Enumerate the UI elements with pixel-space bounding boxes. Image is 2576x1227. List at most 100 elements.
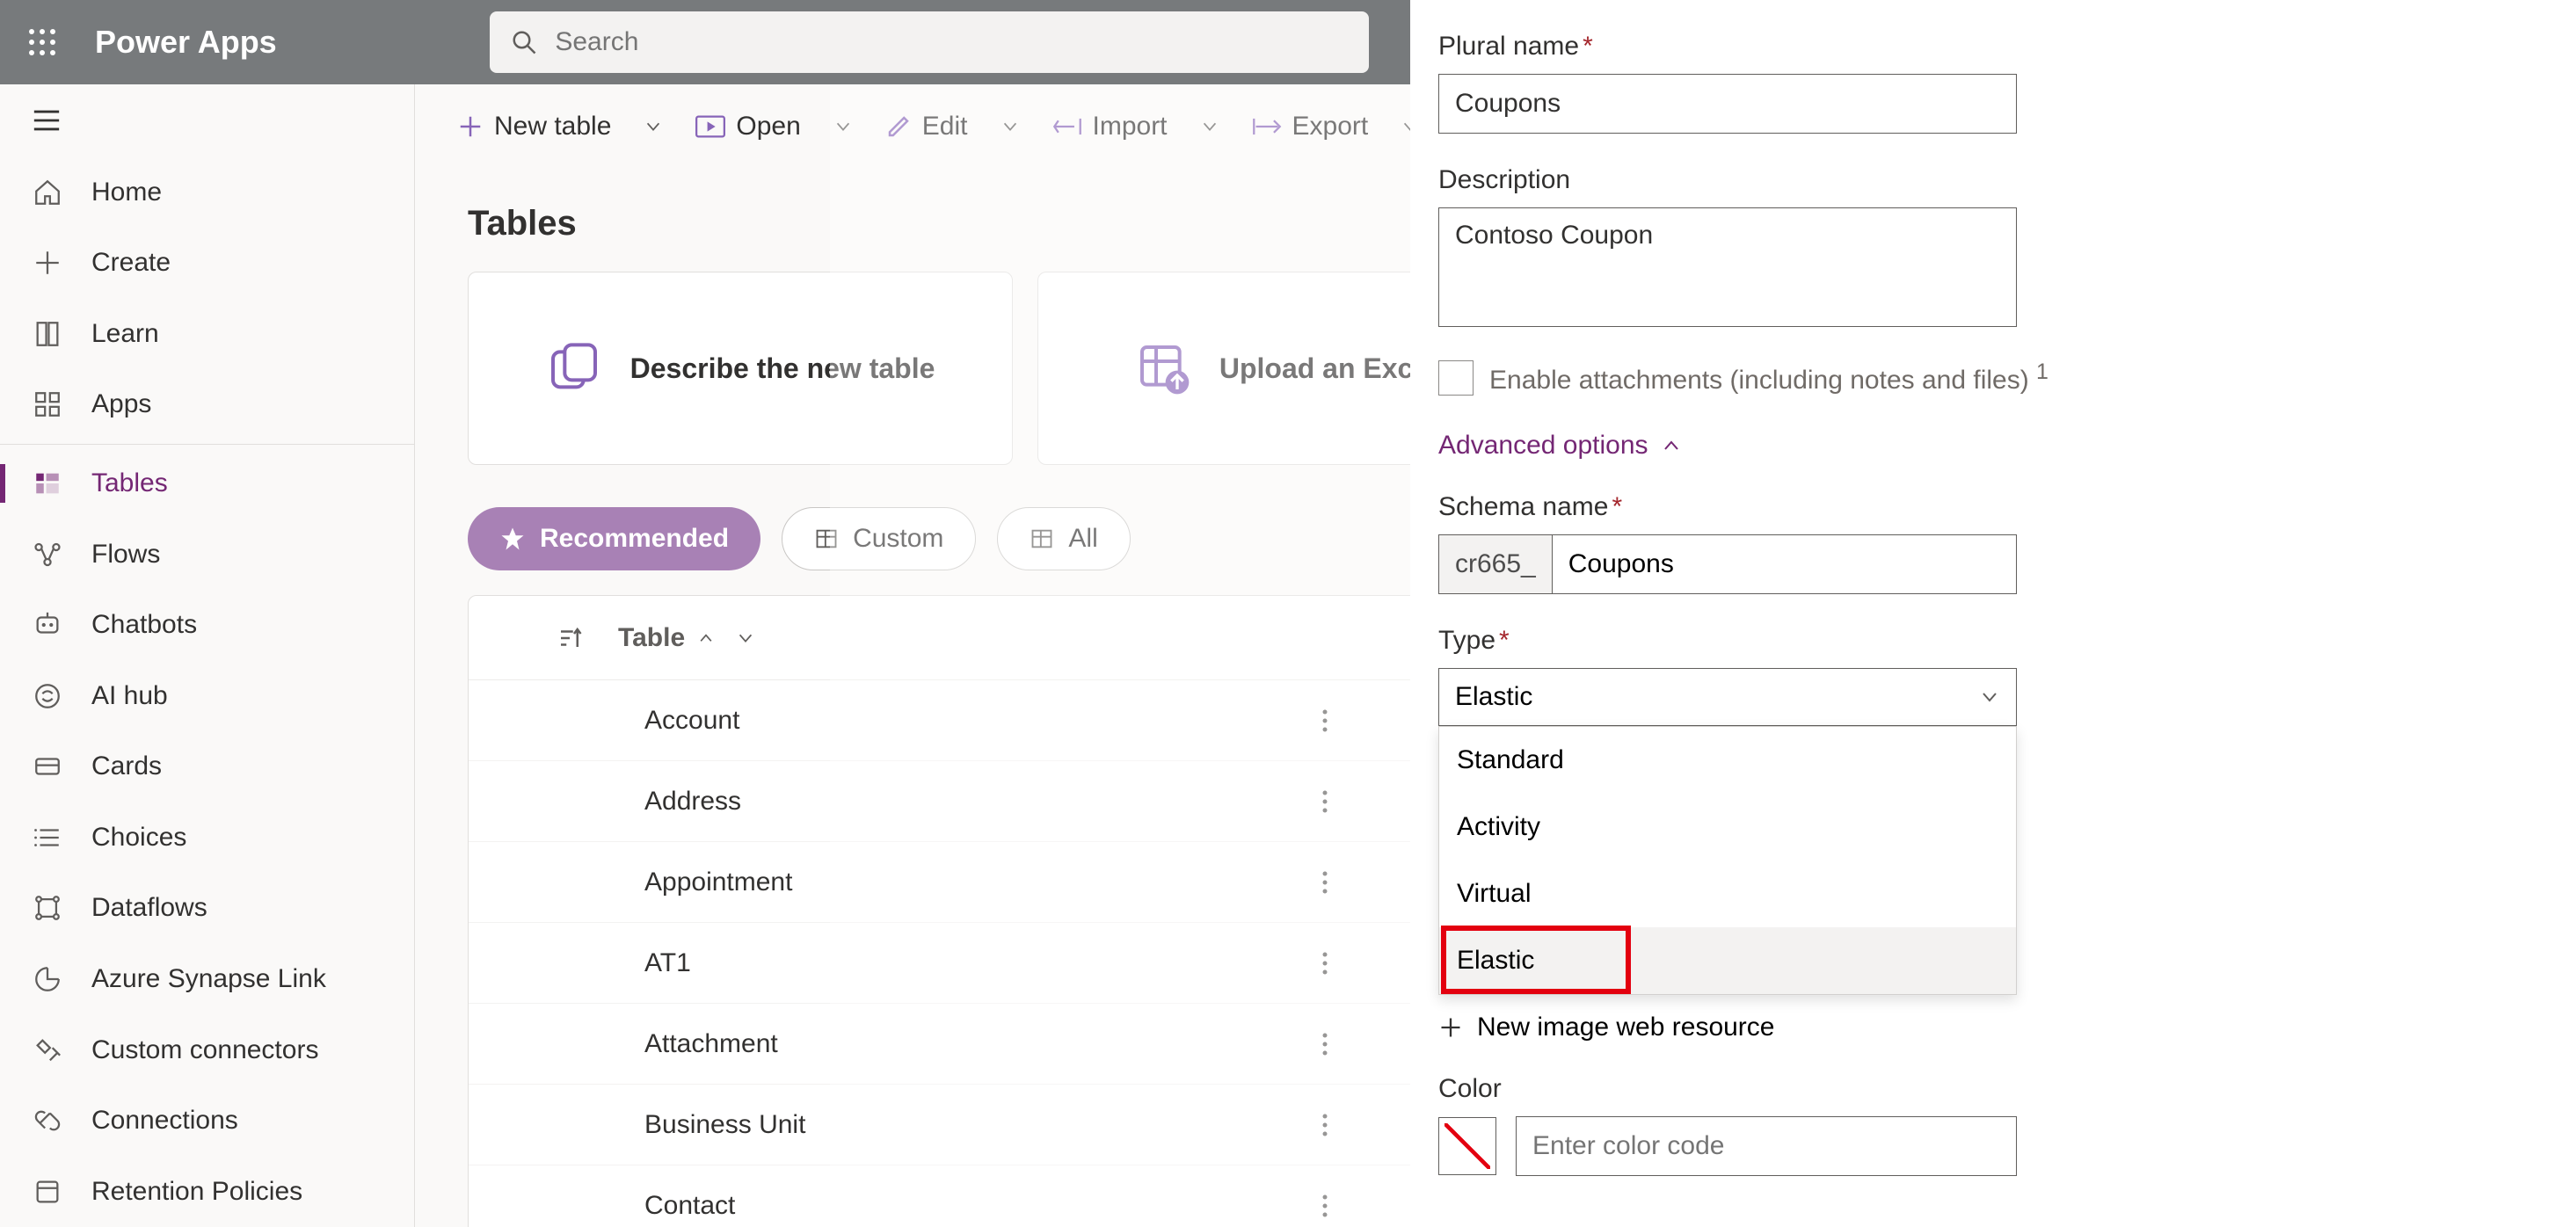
app-launcher-button[interactable] [0, 0, 84, 84]
row-more-button[interactable] [1321, 869, 1328, 896]
tables-grid: Table N Accountac Addresscu Appointmenta… [468, 595, 1558, 1227]
nav-item-flows[interactable]: Flows [0, 519, 414, 590]
nav-item-choices[interactable]: Choices [0, 802, 414, 874]
row-more-button[interactable] [1321, 708, 1328, 734]
table-row[interactable]: Business Unitbu [469, 1085, 1557, 1165]
nav-item-home[interactable]: Home [0, 156, 414, 228]
sort-indicator-icon[interactable] [557, 625, 583, 651]
table-row[interactable]: Accountac [469, 680, 1557, 761]
nav-label: Retention Policies [91, 1177, 302, 1207]
chevron-down-icon [736, 628, 755, 648]
more-vertical-icon [1321, 708, 1328, 734]
cmd-edit[interactable]: Edit [875, 84, 979, 169]
nav-item-create[interactable]: Create [0, 228, 414, 299]
chevron-down-icon [1001, 117, 1020, 136]
type-option-standard[interactable]: Standard [1439, 727, 2016, 794]
label-enable-attachments: Enable attachments (including notes and … [1489, 359, 2048, 396]
cell-name: Attachment [644, 1029, 778, 1059]
color-swatch[interactable] [1438, 1117, 1496, 1175]
star-icon [499, 526, 526, 552]
cmd-open-dropdown[interactable] [829, 117, 857, 136]
pill-label: All [1068, 524, 1097, 554]
cmd-label: Edit [922, 112, 968, 142]
checkbox-enable-attachments[interactable] [1438, 360, 1474, 396]
table-row[interactable]: Addresscu [469, 761, 1557, 842]
input-schema-name[interactable] [1552, 534, 2017, 594]
filter-recommended[interactable]: Recommended [468, 507, 760, 570]
advanced-options-toggle[interactable]: Advanced options [1438, 431, 2551, 461]
pill-label: Recommended [540, 524, 729, 554]
search-input[interactable] [555, 27, 1348, 57]
select-type[interactable]: Elastic [1438, 668, 2017, 726]
cards-icon [33, 751, 62, 781]
connectors-icon [33, 1035, 62, 1065]
table-row[interactable]: Attachmentac [469, 1004, 1557, 1085]
nav-item-tables[interactable]: Tables [0, 448, 414, 519]
table-row[interactable]: Contactco [469, 1165, 1557, 1227]
filter-custom[interactable]: Custom [782, 507, 976, 570]
nav-item-aihub[interactable]: AI hub [0, 660, 414, 731]
select-type-value: Elastic [1455, 682, 1532, 712]
row-more-button[interactable] [1321, 1031, 1328, 1057]
filter-all[interactable]: All [997, 507, 1130, 570]
dataflows-icon [33, 893, 62, 923]
nav-item-chatbots[interactable]: Chatbots [0, 590, 414, 661]
nav-label: Custom connectors [91, 1035, 318, 1065]
cmd-new-table[interactable]: New table [447, 84, 622, 169]
table-row[interactable]: Appointmentap [469, 842, 1557, 923]
card-describe-table[interactable]: Describe the new table [468, 272, 1013, 465]
cmd-new-table-dropdown[interactable] [639, 117, 667, 136]
row-more-button[interactable] [1321, 1193, 1328, 1219]
type-option-activity[interactable]: Activity [1439, 794, 2016, 860]
more-vertical-icon [1321, 950, 1328, 977]
nav-item-retention[interactable]: Retention Policies [0, 1156, 414, 1227]
cmd-import[interactable]: Import [1042, 84, 1178, 169]
export-icon [1252, 116, 1282, 137]
label-plural-name: Plural name* [1438, 32, 2551, 62]
cmd-open[interactable]: Open [685, 84, 811, 169]
cell-name: AT1 [644, 948, 691, 978]
nav-item-synapse[interactable]: Azure Synapse Link [0, 944, 414, 1015]
type-option-elastic[interactable]: Elastic [1439, 927, 2016, 994]
nav-item-apps[interactable]: Apps [0, 369, 414, 440]
new-image-label: New image web resource [1477, 1013, 1774, 1042]
plus-icon [457, 113, 484, 140]
global-search[interactable] [490, 11, 1369, 73]
nav-item-connections[interactable]: Connections [0, 1085, 414, 1157]
input-description[interactable]: Contoso Coupon [1438, 207, 2017, 327]
hamburger-icon [32, 105, 62, 135]
chevron-down-icon [644, 117, 663, 136]
input-plural-name[interactable] [1438, 74, 2017, 134]
open-icon [695, 115, 725, 138]
nav-item-cards[interactable]: Cards [0, 731, 414, 802]
nav-item-learn[interactable]: Learn [0, 299, 414, 370]
cmd-label: Export [1292, 112, 1369, 142]
synapse-icon [33, 964, 62, 994]
cmd-import-dropdown[interactable] [1196, 117, 1224, 136]
input-color-code[interactable] [1516, 1116, 2017, 1176]
more-vertical-icon [1321, 1193, 1328, 1219]
table-header-row: Table N [469, 596, 1557, 680]
left-nav: Home Create Learn Apps Tables Flows Chat… [0, 84, 415, 1227]
pill-label: Custom [853, 524, 943, 554]
chevron-down-icon [833, 117, 853, 136]
row-more-button[interactable] [1321, 1112, 1328, 1138]
row-more-button[interactable] [1321, 950, 1328, 977]
cmd-label: Open [736, 112, 800, 142]
type-dropdown: Standard Activity Virtual Elastic [1438, 726, 2017, 995]
retention-icon [33, 1177, 62, 1207]
table-row[interactable]: AT1cr [469, 923, 1557, 1004]
cell-name: Appointment [644, 868, 792, 897]
import-icon [1052, 116, 1082, 137]
nav-collapse-button[interactable] [0, 84, 414, 156]
cmd-export[interactable]: Export [1241, 84, 1379, 169]
new-image-web-resource-button[interactable]: New image web resource [1438, 1013, 2551, 1042]
type-option-virtual[interactable]: Virtual [1439, 860, 2016, 927]
nav-item-dataflows[interactable]: Dataflows [0, 873, 414, 944]
nav-label: Dataflows [91, 893, 207, 923]
row-more-button[interactable] [1321, 788, 1328, 815]
col-header-table[interactable]: Table [618, 623, 755, 653]
describe-table-icon [546, 340, 602, 396]
cmd-edit-dropdown[interactable] [996, 117, 1024, 136]
nav-item-connectors[interactable]: Custom connectors [0, 1014, 414, 1085]
